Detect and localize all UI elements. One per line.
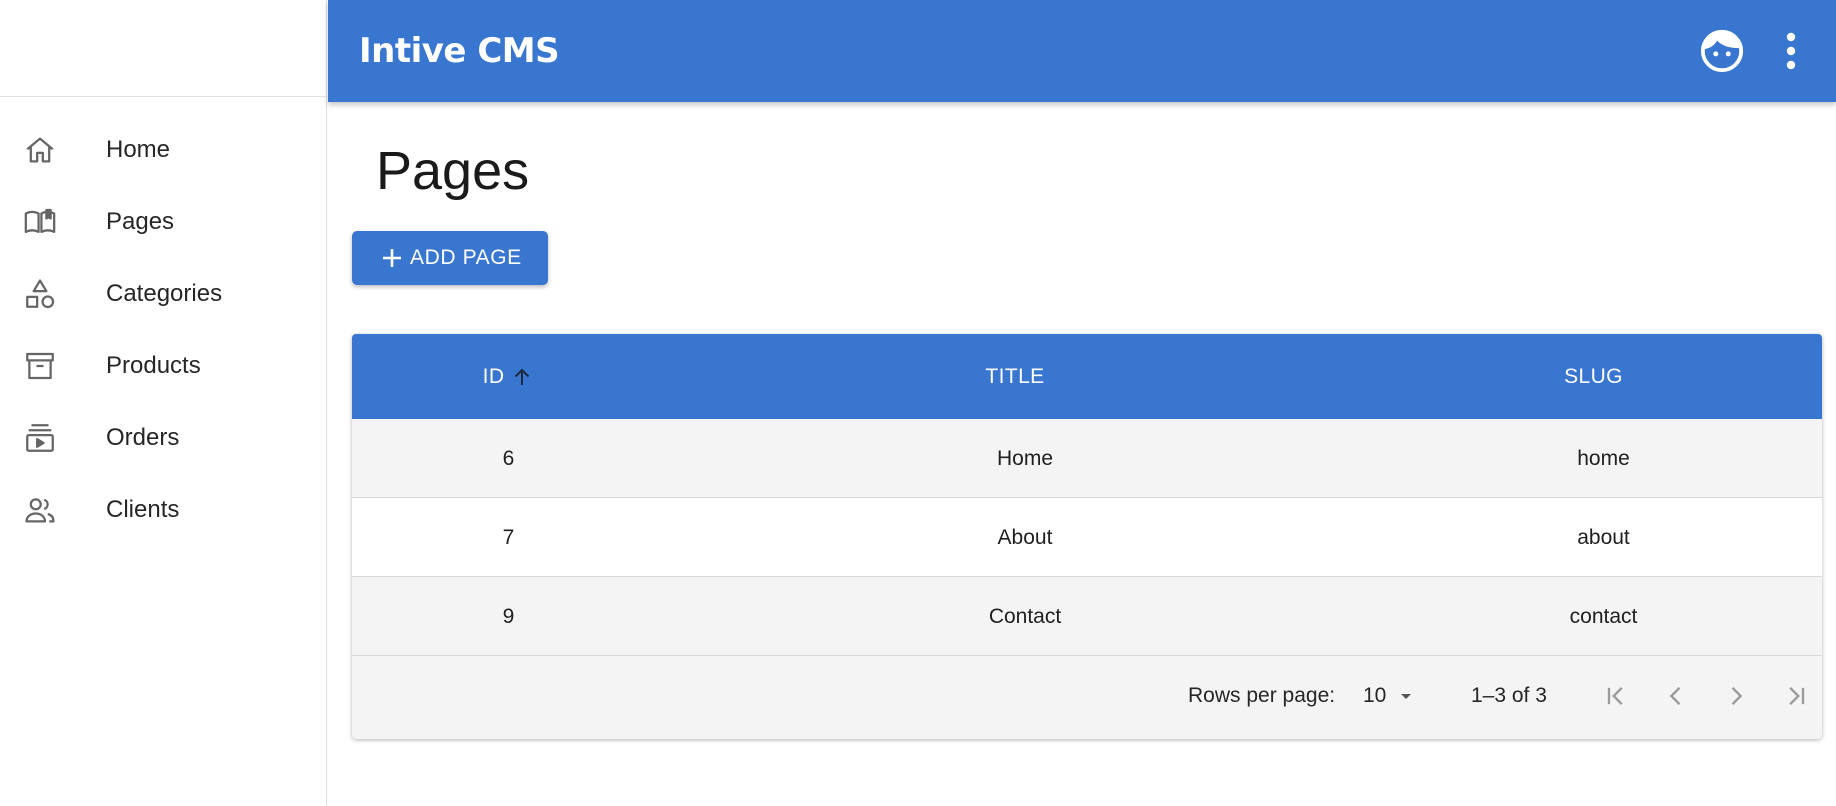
column-header-slug[interactable]: SLUG [1365,334,1822,419]
home-icon [0,133,106,167]
table-header: ID TITLE SLUG [352,334,1822,419]
first-page-button[interactable] [1596,676,1636,716]
page-title: Pages [376,141,530,201]
arrow-up-icon [515,368,530,385]
sidebar-item-label: Orders [106,424,180,451]
last-page-button[interactable] [1776,676,1816,716]
more-vert-icon [1786,32,1796,70]
app-bar: Intive CMS [328,0,1836,102]
cell-slug: home [1577,446,1630,470]
shapes-icon [0,277,106,311]
avatar[interactable] [1698,27,1746,75]
first-page-icon [1607,687,1623,705]
cell-slug: contact [1569,604,1638,628]
sidebar-item-home[interactable]: Home [0,114,326,186]
caret-down-icon [1401,694,1412,699]
cell-slug: about [1577,525,1630,549]
sidebar-nav: Home Pages Categories Products Orders Cl… [0,97,326,546]
app-title: Intive CMS [359,31,560,71]
cell-title: Contact [988,604,1062,628]
cell-title: Home [996,446,1054,470]
book-icon [0,205,106,239]
sidebar-item-clients[interactable]: Clients [0,474,326,546]
pages-table: ID TITLE SLUG 6 Home home 7 About about … [352,334,1822,739]
cell-id: 7 [502,525,515,549]
add-page-button[interactable]: ADD PAGE [352,231,548,285]
subscriptions-icon [0,421,106,455]
archive-icon [0,349,106,383]
rows-per-page-select[interactable]: 10 [1363,678,1418,714]
sidebar-item-label: Pages [106,208,175,235]
rows-per-page-value: 10 [1363,684,1387,707]
pagination-range: 1–3 of 3 [1471,684,1547,707]
face-icon [1700,29,1744,73]
rows-per-page-label: Rows per page: [1188,684,1336,707]
sidebar-item-pages[interactable]: Pages [0,186,326,258]
sidebar-item-label: Clients [106,496,180,523]
sidebar: Home Pages Categories Products Orders Cl… [0,0,327,806]
sidebar-item-orders[interactable]: Orders [0,402,326,474]
column-header-title[interactable]: TITLE [665,334,1365,419]
sidebar-item-products[interactable]: Products [0,330,326,402]
people-icon [0,493,106,527]
sidebar-item-categories[interactable]: Categories [0,258,326,330]
cell-id: 6 [502,446,515,470]
table-row[interactable]: 6 Home home [352,419,1822,498]
cell-id: 9 [502,604,515,628]
sidebar-header [0,0,326,97]
sidebar-item-label: Products [106,352,201,379]
chevron-left-icon [1669,687,1681,705]
table-row[interactable]: 7 About about [352,498,1822,577]
more-options-button[interactable] [1776,27,1806,75]
sidebar-item-label: Home [106,136,171,163]
cell-title: About [997,525,1053,549]
last-page-icon [1789,687,1805,705]
next-page-button[interactable] [1716,676,1756,716]
table-pagination: Rows per page: 10 1–3 of 3 [352,656,1822,736]
plus-icon [383,249,401,267]
sidebar-item-label: Categories [106,280,223,307]
chevron-right-icon [1731,687,1743,705]
previous-page-button[interactable] [1656,676,1696,716]
add-page-label: ADD PAGE [410,246,522,269]
table-row[interactable]: 9 Contact contact [352,577,1822,656]
column-header-id[interactable]: ID [352,334,665,419]
